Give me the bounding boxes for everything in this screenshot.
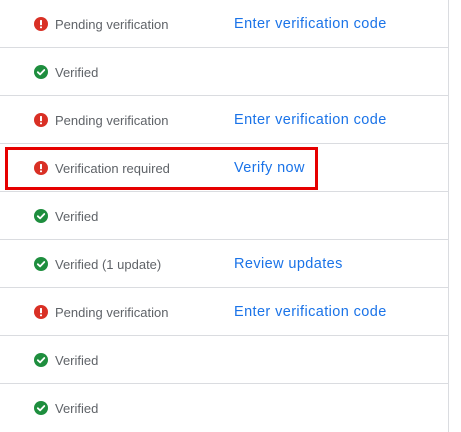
- error-circle-icon: [34, 161, 48, 175]
- status-cell: Pending verification: [34, 0, 168, 48]
- status-cell: Verified: [34, 384, 98, 432]
- status-cell: Verified (1 update): [34, 240, 161, 288]
- status-label: Pending verification: [55, 16, 169, 32]
- list-row: Verified: [0, 192, 448, 240]
- list-row: Pending verification Enter verification …: [0, 288, 448, 336]
- status-label: Verified: [55, 352, 99, 368]
- error-circle-icon: [34, 113, 48, 127]
- verify-now-link[interactable]: Verify now: [234, 144, 305, 192]
- status-label: Verified: [55, 64, 99, 80]
- status-label: Verified: [55, 208, 99, 224]
- check-circle-icon: [34, 65, 48, 79]
- list-row: Verified (1 update) Review updates: [0, 240, 448, 288]
- status-label: Verified: [55, 400, 99, 416]
- review-updates-link[interactable]: Review updates: [234, 240, 343, 288]
- check-circle-icon: [34, 257, 48, 271]
- status-label: Pending verification: [55, 112, 169, 128]
- status-label: Verification required: [55, 160, 170, 176]
- error-circle-icon: [34, 17, 48, 31]
- status-cell: Verified: [34, 48, 98, 96]
- status-cell: Verified: [34, 192, 98, 240]
- check-circle-icon: [34, 353, 48, 367]
- list-row: Verification required Verify now: [0, 144, 448, 192]
- enter-verification-code-link[interactable]: Enter verification code: [234, 288, 387, 336]
- list-row: Pending verification Enter verification …: [0, 0, 448, 48]
- error-circle-icon: [34, 305, 48, 319]
- status-label: Verified (1 update): [55, 256, 162, 272]
- verification-list: Pending verification Enter verification …: [0, 0, 449, 432]
- list-row: Verified: [0, 384, 448, 432]
- status-cell: Verification required: [34, 144, 170, 192]
- status-cell: Pending verification: [34, 96, 168, 144]
- list-row: Pending verification Enter verification …: [0, 96, 448, 144]
- status-label: Pending verification: [55, 304, 169, 320]
- enter-verification-code-link[interactable]: Enter verification code: [234, 0, 387, 48]
- status-cell: Pending verification: [34, 288, 168, 336]
- list-row: Verified: [0, 48, 448, 96]
- check-circle-icon: [34, 401, 48, 415]
- status-cell: Verified: [34, 336, 98, 384]
- list-row: Verified: [0, 336, 448, 384]
- check-circle-icon: [34, 209, 48, 223]
- enter-verification-code-link[interactable]: Enter verification code: [234, 96, 387, 144]
